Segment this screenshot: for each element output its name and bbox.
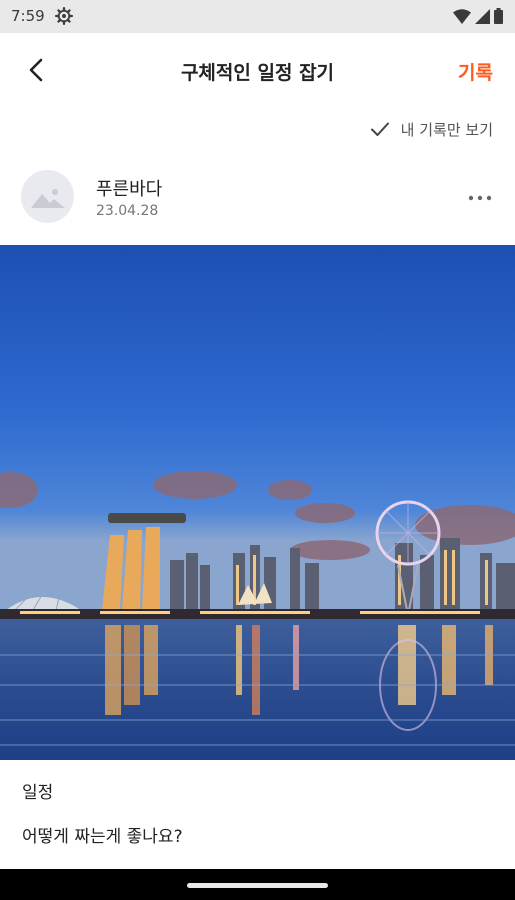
home-indicator[interactable] <box>187 883 328 888</box>
app-bar: 구체적인 일정 잡기 기록 <box>0 33 515 107</box>
post-date: 23.04.28 <box>96 203 159 219</box>
page-title: 구체적인 일정 잡기 <box>180 62 335 84</box>
status-bar: 7:59 <box>0 0 515 33</box>
post-text: 어떻게 짜는게 좋나요? <box>22 827 183 847</box>
battery-icon <box>494 8 503 24</box>
my-records-only-toggle[interactable]: 내 기록만 보기 <box>369 118 493 140</box>
settings-gear-icon <box>55 7 73 25</box>
wifi-icon <box>453 8 471 24</box>
status-icons <box>453 8 503 24</box>
more-options-icon[interactable] <box>465 188 495 208</box>
image-placeholder-icon <box>30 188 65 208</box>
record-button[interactable]: 기록 <box>458 58 493 85</box>
post-header: 푸른바다 23.04.28 <box>0 162 515 244</box>
filter-label: 내 기록만 보기 <box>400 120 493 139</box>
post-photo[interactable] <box>0 245 515 760</box>
status-time: 7:59 <box>11 7 45 25</box>
cellular-signal-icon <box>475 8 490 24</box>
post-category: 일정 <box>22 783 54 803</box>
navigation-bar <box>0 869 515 900</box>
avatar[interactable] <box>21 170 74 223</box>
checkmark-icon <box>370 122 389 136</box>
author-name[interactable]: 푸른바다 <box>96 175 162 201</box>
